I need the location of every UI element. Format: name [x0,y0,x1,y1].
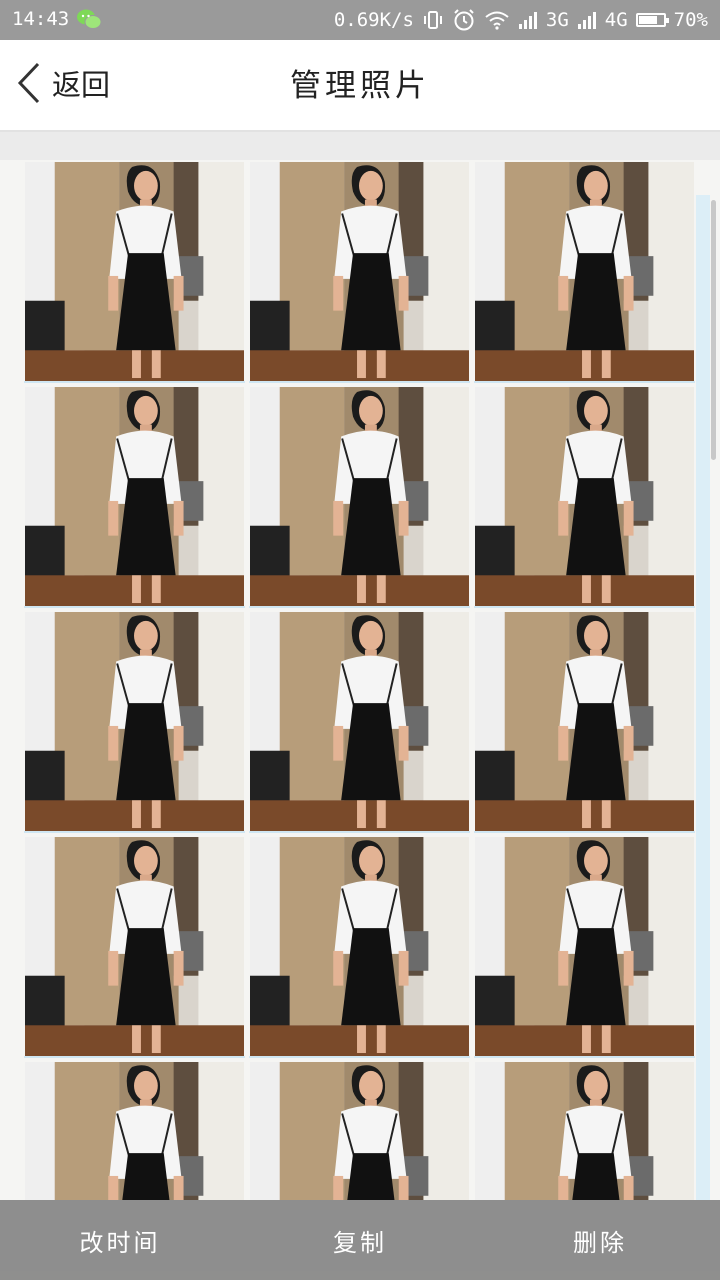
net-speed: 0.69K/s [333,9,414,31]
photo-thumbnail[interactable] [474,387,695,608]
status-bar: 14:43 0.69K/s 3G 4G 70% [0,0,720,40]
photo-thumbnail[interactable] [249,387,470,608]
photo-image [250,612,469,831]
header-divider [0,132,720,160]
photo-thumbnail[interactable] [249,837,470,1058]
photo-image [250,837,469,1056]
photo-image [25,1062,244,1200]
photo-thumbnail[interactable] [24,162,245,383]
status-time: 14:43 [12,8,70,30]
wifi-icon [485,11,509,30]
status-right: 0.69K/s 3G 4G 70% [334,8,708,32]
delete-button[interactable]: 删除 [480,1200,720,1280]
side-strip [696,195,710,1200]
photo-thumbnail[interactable] [24,387,245,608]
photo-thumbnail[interactable] [474,612,695,833]
photo-thumbnail[interactable] [24,1062,245,1200]
photo-image [475,837,694,1056]
signal-3g-label: 3G [545,9,569,31]
signal-4g-label: 4G [604,9,628,31]
photo-image [475,1062,694,1200]
signal-3g-icon [518,12,537,29]
photo-image [250,1062,469,1200]
photo-image [25,162,244,381]
battery-icon [635,13,669,27]
battery-percent: 70% [673,9,708,31]
photo-thumbnail[interactable] [249,1062,470,1200]
photo-thumbnail[interactable] [249,162,470,383]
photo-thumbnail[interactable] [474,837,695,1058]
photo-thumbnail[interactable] [249,612,470,833]
vibrate-icon [423,11,442,29]
photo-image [25,387,244,606]
page-title: 管理照片 [290,68,430,104]
photo-image [475,612,694,831]
title-bar: 返回 管理照片 [0,40,720,132]
edit-time-button[interactable]: 改时间 [0,1200,240,1280]
photo-image [475,387,694,606]
photo-image [250,387,469,606]
photo-image [250,162,469,381]
signal-4g-icon [577,12,596,29]
scrollbar-thumb[interactable] [711,200,716,460]
copy-button[interactable]: 复制 [240,1200,480,1280]
photo-thumbnail[interactable] [474,1062,695,1200]
photo-image [25,612,244,831]
photo-thumbnail[interactable] [24,837,245,1058]
alarm-icon [454,9,474,31]
photo-thumbnail[interactable] [24,612,245,833]
wechat-icon [77,9,102,29]
photo-grid [24,162,696,1200]
photo-image [475,162,694,381]
photo-thumbnail[interactable] [474,162,695,383]
battery-fill [638,16,657,24]
bottom-action-bar: 改时间 复制 删除 [0,1200,720,1280]
photo-image [25,837,244,1056]
